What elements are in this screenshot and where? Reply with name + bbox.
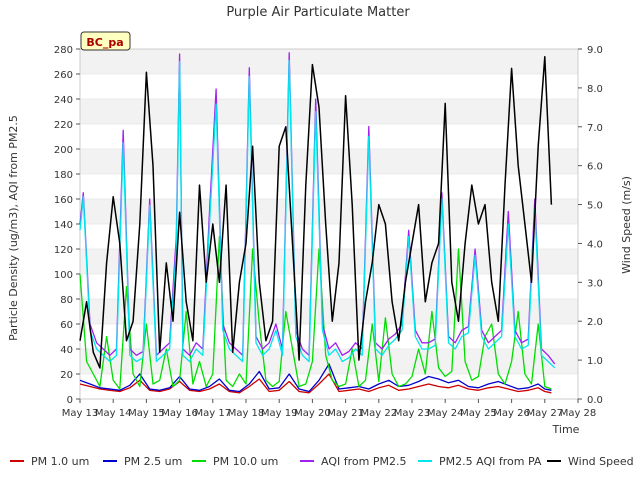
x-tick-label: May 21 <box>327 408 364 419</box>
y-left-tick-label: 160 <box>54 195 73 206</box>
legend-label: PM 2.5 um <box>124 455 182 468</box>
y-left-tick-label: 280 <box>54 45 73 56</box>
x-tick-label: May 19 <box>261 408 298 419</box>
x-tick-label: May 23 <box>394 408 431 419</box>
legend-label: PM2.5 AQI from PA <box>439 455 542 468</box>
y-right-tick-label: 7.0 <box>587 123 603 134</box>
x-tick-label: May 18 <box>228 408 265 419</box>
y-left-tick-label: 260 <box>54 70 73 81</box>
y-left-tick-label: 100 <box>54 270 73 281</box>
legend-label: Wind Speed <box>568 455 634 468</box>
x-tick-label: May 14 <box>95 408 132 419</box>
site-label-badge: BC_pa <box>80 31 131 51</box>
legend-item-wind-speed: Wind Speed <box>547 455 634 468</box>
grid-band <box>80 149 578 174</box>
y-left-tick-label: 20 <box>60 370 73 381</box>
y-right-tick-label: 3.0 <box>587 278 603 289</box>
y-left-tick-label: 80 <box>60 295 73 306</box>
y-right-tick-label: 9.0 <box>587 45 603 56</box>
y-left-tick-label: 200 <box>54 145 73 156</box>
grid-band <box>80 99 578 124</box>
y-right-tick-label: 6.0 <box>587 162 603 173</box>
site-label-text: BC_pa <box>86 36 123 49</box>
y-right-tick-label: 4.0 <box>587 239 603 250</box>
y-left-tick-label: 240 <box>54 95 73 106</box>
x-tick-label: May 13 <box>62 408 99 419</box>
x-tick-label: May 25 <box>460 408 497 419</box>
legend-item-pm-10-0-um: PM 10.0 um <box>192 455 278 468</box>
chart-canvas: Purple Air Particulate Matter 0 20 40 60 80 1… <box>7 5 634 468</box>
y-left-tick-label: 180 <box>54 170 73 181</box>
grid-band <box>80 49 578 74</box>
legend-item-pm-1-0-um: PM 1.0 um <box>10 455 89 468</box>
legend-label: AQI from PM2.5 <box>321 455 406 468</box>
y-left-tick-label: 40 <box>60 345 73 356</box>
x-axis-label: Time <box>552 423 580 436</box>
legend-label: PM 10.0 um <box>213 455 278 468</box>
legend-item-pm-2-5-um: PM 2.5 um <box>103 455 182 468</box>
x-tick-label: May 20 <box>294 408 331 419</box>
x-tick-label: May 26 <box>493 408 530 419</box>
y-right-tick-label: 1.0 <box>587 356 603 367</box>
right-y-axis: 0.0 1.0 2.0 3.0 4.0 5.0 6.0 7.0 8.0 9.0 <box>578 45 603 406</box>
y-right-tick-label: 8.0 <box>587 84 603 95</box>
x-tick-label: May 24 <box>427 408 464 419</box>
x-tick-label: May 27 <box>527 408 564 419</box>
y-right-tick-label: 2.0 <box>587 317 603 328</box>
x-axis: May 13May 14May 15May 16May 17May 18May … <box>62 399 597 419</box>
x-tick-label: May 15 <box>128 408 165 419</box>
y-left-tick-label: 220 <box>54 120 73 131</box>
y-left-tick-label: 0 <box>67 395 73 406</box>
left-y-axis: 0 20 40 60 80 100 120 140 160 180 200 220 240 260 280 <box>54 45 80 406</box>
y-right-tick-label: 5.0 <box>587 201 603 212</box>
legend: PM 1.0 um PM 2.5 um PM 10.0 um AQI from PM2… <box>10 455 634 468</box>
x-tick-label: May 28 <box>560 408 597 419</box>
legend-item-pm2-5-aqi-from-pa: PM2.5 AQI from PA <box>418 455 542 468</box>
legend-item-aqi-from-pm2-5: AQI from PM2.5 <box>300 455 406 468</box>
legend-label: PM 1.0 um <box>31 455 89 468</box>
x-tick-label: May 16 <box>161 408 198 419</box>
x-tick-label: May 17 <box>195 408 232 419</box>
y-left-tick-label: 60 <box>60 320 73 331</box>
chart-title: Purple Air Particulate Matter <box>226 5 410 20</box>
y-axis-left-label: Particle Density (ug/m3), AQI from PM2.5 <box>7 115 20 341</box>
y-axis-right-label: Wind Speed (m/s) <box>620 176 633 274</box>
y-right-tick-label: 0.0 <box>587 395 603 406</box>
y-left-tick-label: 120 <box>54 245 73 256</box>
y-left-tick-label: 140 <box>54 220 73 231</box>
x-tick-label: May 22 <box>361 408 398 419</box>
